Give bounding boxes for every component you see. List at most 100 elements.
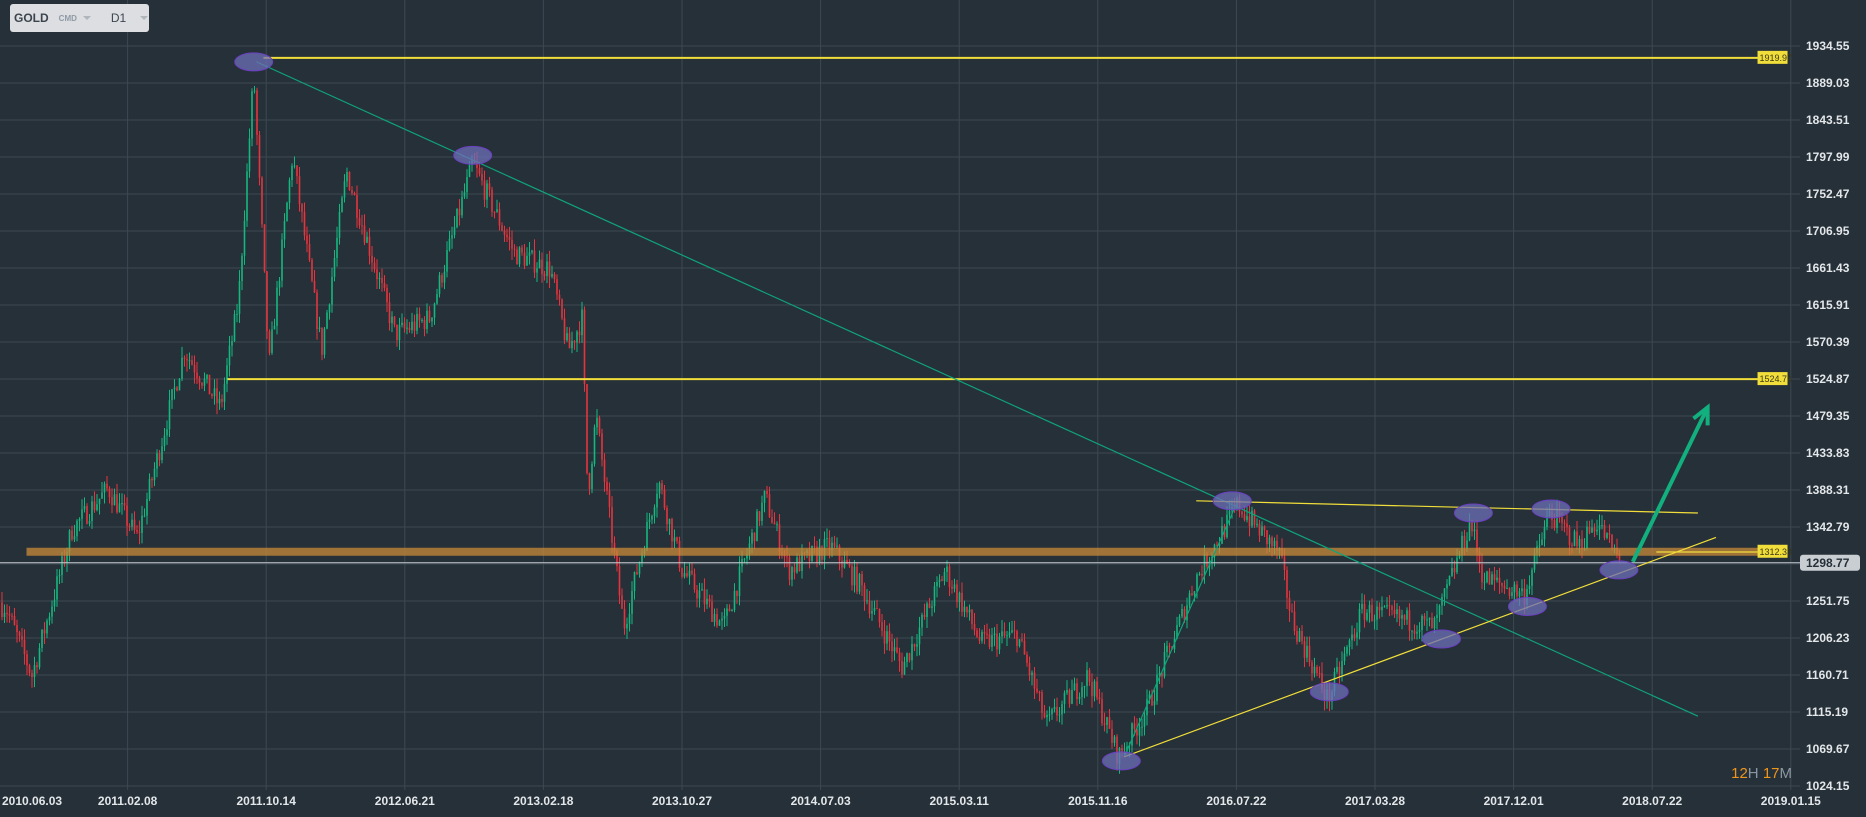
candle-body	[501, 225, 503, 231]
price-chart[interactable]: 1934.55 1889.03 1843.51 1797.99 1752.47 1706.…	[0, 0, 1866, 817]
candle-body	[21, 635, 23, 640]
candle-body	[1043, 713, 1046, 718]
candle-body	[1538, 545, 1541, 547]
candle-body	[646, 521, 648, 551]
candle-body	[58, 574, 61, 577]
candle-body	[1511, 592, 1513, 596]
candle-body	[691, 570, 693, 574]
pivot-marker-ellipse[interactable]	[1101, 751, 1141, 771]
candle-body	[93, 501, 96, 511]
candle-body	[1438, 605, 1441, 615]
candle-body	[196, 372, 198, 379]
candle-body	[608, 490, 611, 508]
candle-body	[378, 277, 381, 280]
pivot-marker-ellipse[interactable]	[1212, 491, 1252, 511]
candle-body	[1203, 553, 1206, 576]
candle-body	[1248, 516, 1251, 527]
candle-body	[676, 537, 678, 541]
candle-body	[898, 652, 901, 661]
candle-body	[988, 634, 991, 647]
candle-body	[918, 627, 921, 645]
candle-body	[101, 492, 103, 499]
candle-body	[206, 374, 208, 379]
y-tick-label: 1433.83	[1806, 446, 1850, 460]
candle-body	[1376, 606, 1378, 620]
candle-body	[201, 382, 203, 386]
pivot-marker-ellipse[interactable]	[1507, 596, 1547, 616]
resistance-top-line[interactable]	[1196, 500, 1698, 514]
candle-body	[151, 478, 153, 481]
candle-body	[461, 196, 463, 216]
candle-body	[306, 235, 308, 244]
candle-body	[1581, 538, 1583, 549]
candle-body	[1263, 526, 1266, 531]
candle-body	[73, 536, 76, 540]
candle-body	[998, 636, 1001, 650]
pivot-marker-ellipse[interactable]	[1422, 629, 1462, 649]
candle-body	[456, 208, 458, 228]
pivot-marker-ellipse[interactable]	[234, 52, 274, 72]
candle-body	[166, 429, 168, 436]
candle-body	[1108, 717, 1111, 729]
candle-body	[648, 519, 651, 522]
candle-body	[433, 303, 436, 318]
candle-body	[1566, 523, 1568, 528]
candle-body	[368, 236, 371, 256]
candle-body	[798, 557, 801, 572]
candle-body	[1071, 690, 1073, 704]
candle-body	[43, 629, 46, 634]
candle-body	[958, 592, 961, 603]
candle-body	[323, 328, 326, 355]
timeframe-selector[interactable]: D1	[111, 11, 126, 25]
pivot-marker-ellipse[interactable]	[1309, 682, 1349, 702]
candle-body	[603, 459, 606, 482]
candle-body	[561, 299, 563, 319]
candle-body	[1196, 574, 1198, 592]
candle-body	[978, 636, 981, 641]
candle-body	[771, 516, 773, 523]
pivot-marker-ellipse[interactable]	[1599, 560, 1639, 580]
candle-body	[1508, 588, 1511, 596]
candle-body	[451, 235, 453, 239]
candle-body	[578, 331, 581, 336]
candle-body	[1113, 736, 1116, 743]
candle-body	[56, 576, 58, 600]
bullish-arrow[interactable]	[1630, 406, 1710, 563]
candle-body	[1156, 674, 1158, 702]
candle-body	[468, 164, 471, 177]
symbol-selector[interactable]: GOLD	[14, 11, 49, 25]
candle-body	[1491, 574, 1493, 585]
chevron-down-icon[interactable]	[140, 16, 149, 20]
candle-body	[158, 453, 161, 461]
candle-body	[656, 493, 658, 508]
candle-body	[533, 250, 536, 273]
candle-body	[923, 614, 926, 617]
candle-body	[516, 249, 518, 265]
candle-body	[133, 519, 136, 530]
candle-body	[373, 262, 376, 270]
candle-body	[236, 313, 238, 315]
candle-body	[1473, 529, 1476, 532]
candle-body	[1228, 510, 1231, 515]
breakout-leg-line[interactable]	[1123, 500, 1239, 758]
candle-body	[1441, 596, 1443, 606]
candle-body	[96, 504, 98, 511]
candle-body	[736, 590, 738, 597]
pivot-marker-ellipse[interactable]	[1531, 499, 1571, 519]
candle-body	[411, 321, 413, 331]
candle-body	[1393, 609, 1396, 615]
candle-body	[111, 497, 113, 506]
candle-body	[458, 208, 461, 216]
candle-body	[1488, 571, 1491, 585]
chevron-down-icon[interactable]	[82, 16, 91, 20]
candle-body	[776, 524, 778, 526]
candle-body	[431, 317, 433, 322]
candle-body	[1103, 723, 1106, 725]
pivot-marker-ellipse[interactable]	[1453, 503, 1493, 523]
candle-body	[1463, 535, 1466, 549]
pivot-marker-ellipse[interactable]	[453, 145, 493, 165]
x-tick-label: 2019.01.15	[1761, 794, 1821, 808]
candle-body	[246, 171, 248, 221]
candle-body	[1381, 606, 1383, 611]
candle-body	[1366, 612, 1368, 620]
